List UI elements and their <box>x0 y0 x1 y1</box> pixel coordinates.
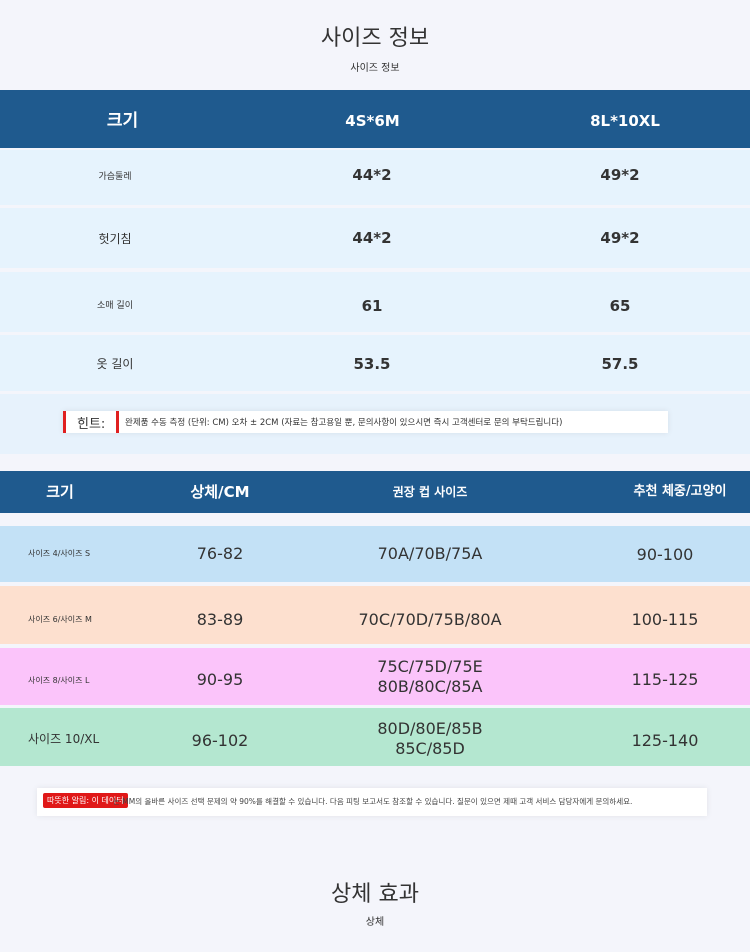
fit-table-header: 크기 상체/CM 권장 컵 사이즈 추천 체중/고양이 <box>0 471 750 513</box>
row2-chest: 96-102 <box>191 731 249 750</box>
value-chest-8l: 49*2 <box>600 166 640 184</box>
row2-label: 사이즈 4/사이즈 S <box>28 549 91 558</box>
table-row: 사이즈 6/사이즈 M 83-89 70C/70D/75B/80A 100-11… <box>0 586 750 644</box>
row2-cup: 70C/70D/75B/80A <box>358 610 502 629</box>
row-label-chest: 가슴둘레 <box>98 172 132 182</box>
table-row: 소매 길이 61 65 <box>0 272 750 332</box>
row-label-length: 옷 길이 <box>96 357 134 371</box>
value-length-4s: 53.5 <box>353 355 391 373</box>
row2-cup-line1: 80D/80E/85B <box>377 719 483 738</box>
hint-text: 완제품 수동 측정 (단위: CM) 오차 ± 2CM (자료는 참고용일 뿐,… <box>125 418 563 428</box>
table-row: 가슴둘레 44*2 49*2 <box>0 150 750 205</box>
hint-box: 힌트: 완제품 수동 측정 (단위: CM) 오차 ± 2CM (자료는 참고용… <box>63 411 668 433</box>
row-label-cough: 헛기침 <box>98 232 132 246</box>
value-cough-4s: 44*2 <box>352 229 392 247</box>
fit-note: 따뜻한 알림: 이 데이터 는 MM의 올바른 사이즈 선택 문제의 약 90%… <box>37 788 707 816</box>
row2-chest: 76-82 <box>196 544 244 563</box>
row2-weight: 115-125 <box>631 670 699 689</box>
hint-label: 힌트: <box>77 417 106 432</box>
row2-weight: 100-115 <box>631 610 699 629</box>
row2-cup-line2: 85C/85D <box>395 739 465 758</box>
value-length-8l: 57.5 <box>601 355 639 373</box>
value-cough-8l: 49*2 <box>600 229 640 247</box>
row2-cup: 70A/70B/75A <box>377 544 483 563</box>
header2-weight: 추천 체중/고양이 <box>633 484 727 499</box>
header2-size: 크기 <box>46 483 74 501</box>
row2-chest: 83-89 <box>196 610 244 629</box>
section-subtitle-body-effect: 상체 <box>365 917 385 928</box>
row2-label: 사이즈 10/XL <box>28 732 100 746</box>
value-sleeve-4s: 61 <box>361 297 383 315</box>
section-title-size-info: 사이즈 정보 <box>320 26 430 51</box>
row2-label: 사이즈 6/사이즈 M <box>28 615 92 624</box>
table-row: 사이즈 10/XL 96-102 80D/80E/85B 85C/85D 125… <box>0 708 750 766</box>
section-title-body-effect: 상체 효과 <box>331 882 419 907</box>
hint-bar-left <box>63 411 66 433</box>
row2-weight: 90-100 <box>636 545 694 564</box>
table-row: 옷 길이 53.5 57.5 <box>0 335 750 391</box>
header-size: 크기 <box>106 111 139 131</box>
value-chest-4s: 44*2 <box>352 166 392 184</box>
header2-chest: 상체/CM <box>190 483 250 501</box>
row2-label: 사이즈 8/사이즈 L <box>28 676 90 685</box>
table-row: 사이즈 8/사이즈 L 90-95 75C/75D/75E 80B/80C/85… <box>0 648 750 705</box>
table-row: 헛기침 44*2 49*2 <box>0 208 750 268</box>
row2-cup-line1: 75C/75D/75E <box>377 657 483 676</box>
table-row: 사이즈 4/사이즈 S 76-82 70A/70B/75A 90-100 <box>0 526 750 582</box>
row2-cup-line2: 80B/80C/85A <box>377 677 483 696</box>
value-sleeve-8l: 65 <box>609 297 631 315</box>
row2-chest: 90-95 <box>196 670 244 689</box>
size-table-header: 크기 4S*6M 8L*10XL <box>0 90 750 148</box>
row-label-sleeve: 소매 길이 <box>97 301 133 311</box>
header-4s-6m: 4S*6M <box>345 112 400 130</box>
fit-note-text: 는 MM의 올바른 사이즈 선택 문제의 약 90%를 해결할 수 있습니다. … <box>113 797 633 806</box>
row2-weight: 125-140 <box>631 731 699 750</box>
section-subtitle-size-info: 사이즈 정보 <box>350 63 400 74</box>
hint-bar-right <box>116 411 119 433</box>
header2-cup: 권장 컵 사이즈 <box>392 485 468 499</box>
header-8l-10xl: 8L*10XL <box>590 112 660 130</box>
